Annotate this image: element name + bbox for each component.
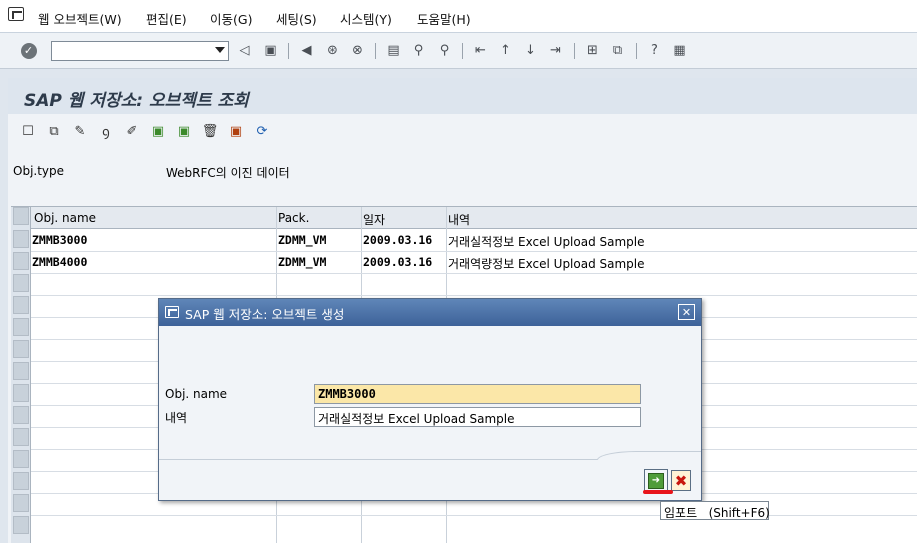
row-selector[interactable]: [13, 252, 29, 270]
last-page-icon[interactable]: ⇥: [547, 42, 564, 59]
tooltip-text: 임포트 (Shift+F6): [664, 506, 770, 520]
save-icon[interactable]: ▣: [262, 42, 279, 59]
copy-icon[interactable]: ⧉: [46, 123, 62, 139]
menu-web-object[interactable]: 웹 오브젝트(W): [38, 9, 122, 28]
obj-name-field[interactable]: ZMMB3000: [314, 384, 641, 404]
previous-page-icon[interactable]: ↑: [497, 42, 514, 59]
import-button[interactable]: ➜: [644, 469, 668, 492]
column-header-pack[interactable]: Pack.: [278, 211, 309, 225]
menu-settings[interactable]: 세팅(S): [276, 9, 317, 28]
cancel-icon[interactable]: ⊗: [349, 42, 366, 59]
where-used-icon[interactable]: ▣: [228, 123, 244, 139]
column-header-obj-name[interactable]: Obj. name: [34, 211, 96, 225]
create-object-dialog: SAP 웹 저장소: 오브젝트 생성 ✕ Obj. name ZMMB3000 …: [158, 298, 702, 501]
table-cell-pack: ZDMM_VM: [278, 233, 327, 247]
obj-name-label: Obj. name: [165, 387, 228, 401]
table-cell-desc: 거래실적정보 Excel Upload Sample: [448, 235, 645, 249]
column-header-desc[interactable]: 내역: [448, 211, 470, 228]
row-selector-column: [11, 207, 31, 543]
layout-icon[interactable]: ▦: [671, 42, 688, 59]
row-selector[interactable]: [13, 428, 29, 446]
back-icon[interactable]: ◀: [298, 42, 315, 59]
menu-bar: 웹 오브젝트(W) 편집(E) 이동(G) 세팅(S) 시스템(Y) 도움말(H…: [0, 0, 917, 33]
row-selector[interactable]: [13, 450, 29, 468]
toolbar-divider: [574, 43, 575, 59]
enter-icon[interactable]: ✓: [20, 42, 37, 59]
table-header: Obj. name Pack. 일자 내역: [31, 207, 917, 229]
new-session-icon[interactable]: ⊞: [584, 42, 601, 59]
create-icon[interactable]: ☐: [20, 123, 36, 139]
screen-title-bar: SAP 웹 저장소: 오브젝트 조회: [8, 78, 917, 114]
table-cell-desc: 거래역량정보 Excel Upload Sample: [448, 257, 645, 271]
dialog-window-icon: [165, 306, 179, 318]
import-icon: ➜: [648, 472, 664, 489]
table-cell-date: 2009.03.16: [363, 255, 433, 269]
highlight-underline: [643, 490, 673, 494]
toolbar-divider: [636, 43, 637, 59]
select-all-cell[interactable]: [13, 207, 29, 225]
shortcut-icon[interactable]: ⧉: [609, 42, 626, 59]
table-cell-pack: ZDMM_VM: [278, 255, 327, 269]
sap-menu-icon[interactable]: [8, 7, 24, 21]
table-cell-obj-name[interactable]: ZMMB4000: [32, 255, 87, 269]
dialog-title: SAP 웹 저장소: 오브젝트 생성: [185, 307, 345, 322]
row-selector[interactable]: [13, 362, 29, 380]
chevron-down-icon[interactable]: [215, 47, 225, 53]
cancel-button[interactable]: ✖: [671, 470, 691, 491]
refresh-icon[interactable]: ⟳: [254, 123, 270, 139]
table-cell-obj-name[interactable]: ZMMB3000: [32, 233, 87, 247]
row-selector[interactable]: [13, 318, 29, 336]
help-icon[interactable]: ?: [646, 42, 663, 59]
command-field[interactable]: [51, 41, 229, 61]
row-selector[interactable]: [13, 340, 29, 358]
find-icon[interactable]: ⚲: [410, 42, 427, 59]
application-toolbar: ☐ ⧉ ✎ ꝯ ✐ ▣ ▣ 🗑 ▣ ⟳: [8, 114, 917, 150]
table-cell-date: 2009.03.16: [363, 233, 433, 247]
row-selector[interactable]: [13, 384, 29, 402]
toolbar-divider: [375, 43, 376, 59]
description-label: 내역: [165, 411, 188, 425]
close-icon[interactable]: ✕: [678, 304, 695, 320]
menu-system[interactable]: 시스템(Y): [340, 9, 392, 28]
dialog-title-bar[interactable]: SAP 웹 저장소: 오브젝트 생성 ✕: [159, 299, 701, 326]
display-icon[interactable]: ꝯ: [98, 123, 114, 140]
row-divider: [31, 251, 917, 252]
exit-icon[interactable]: ⊛: [324, 42, 341, 59]
row-divider: [31, 515, 917, 516]
standard-toolbar: ✓ ◁ ▣ ◀ ⊛ ⊗ ▤ ⚲ ⚲ ⇤ ↑ ↓ ⇥ ⊞ ⧉ ? ▦: [0, 33, 917, 69]
row-selector[interactable]: [13, 274, 29, 292]
rename-icon[interactable]: ✐: [124, 123, 140, 139]
cancel-icon: ✖: [674, 471, 688, 490]
obj-type-value: WebRFC의 이진 데이터: [166, 166, 290, 180]
footer-divider: [159, 459, 597, 460]
next-page-icon[interactable]: ↓: [522, 42, 539, 59]
menu-help[interactable]: 도움말(H): [417, 9, 471, 28]
menu-edit[interactable]: 편집(E): [146, 9, 187, 28]
delete-icon[interactable]: 🗑: [202, 123, 219, 139]
menu-goto[interactable]: 이동(G): [210, 9, 252, 28]
print-icon[interactable]: ▤: [385, 42, 402, 59]
import-tooltip: 임포트 (Shift+F6): [660, 501, 770, 520]
row-divider: [31, 295, 917, 296]
column-header-date[interactable]: 일자: [363, 211, 385, 228]
change-icon[interactable]: ✎: [72, 123, 88, 139]
toolbar-divider: [462, 43, 463, 59]
row-selector[interactable]: [13, 494, 29, 512]
obj-type-label: Obj.type: [13, 164, 65, 178]
row-selector[interactable]: [13, 296, 29, 314]
first-page-icon[interactable]: ⇤: [472, 42, 489, 59]
row-selector[interactable]: [13, 406, 29, 424]
row-selector[interactable]: [13, 472, 29, 490]
export-icon[interactable]: ▣: [176, 123, 192, 139]
row-selector[interactable]: [13, 230, 29, 248]
import-icon[interactable]: ▣: [150, 123, 166, 139]
footer-divider-curve: [597, 451, 701, 460]
toolbar-divider: [288, 43, 289, 59]
page-title: SAP 웹 저장소: 오브젝트 조회: [24, 91, 249, 111]
row-selector[interactable]: [13, 516, 29, 534]
find-next-icon[interactable]: ⚲: [436, 42, 453, 59]
back-arrow-icon[interactable]: ◁: [236, 42, 253, 59]
row-divider: [31, 273, 917, 274]
description-field[interactable]: 거래실적정보 Excel Upload Sample: [314, 407, 641, 427]
